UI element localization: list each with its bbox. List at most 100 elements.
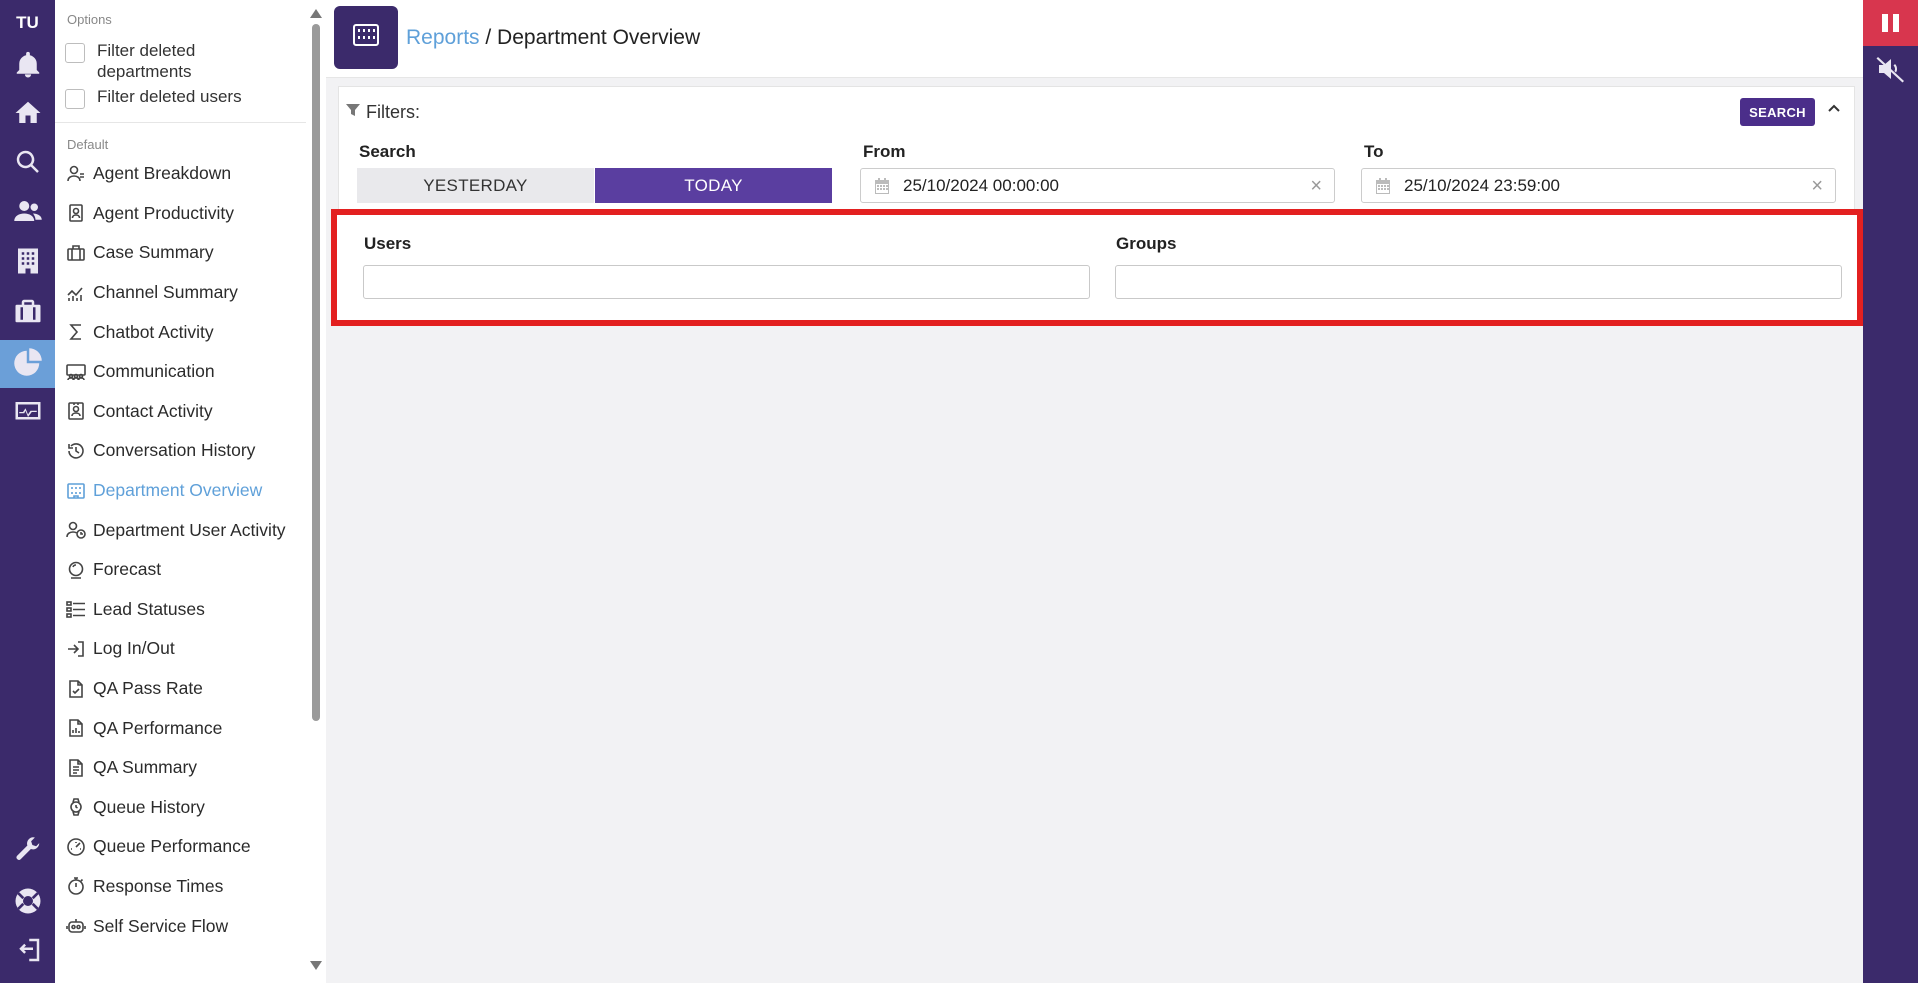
search-button[interactable] <box>0 140 55 188</box>
filter-deleted-users-label: Filter deleted users <box>97 87 242 106</box>
right-rail <box>1863 0 1918 983</box>
collapse-filters-button[interactable] <box>1823 99 1845 121</box>
sidebar-item-department-user-activity[interactable]: Department User Activity <box>55 510 325 550</box>
scroll-down-arrow-icon[interactable] <box>310 961 322 970</box>
sidebar-item-self-service-flow[interactable]: Self Service Flow <box>55 906 325 946</box>
today-button[interactable]: TODAY <box>595 168 832 203</box>
sidebar-item-channel-summary[interactable]: Channel Summary <box>55 273 325 313</box>
users-button[interactable] <box>0 189 55 237</box>
sidebar-item-agent-breakdown[interactable]: Agent Breakdown <box>55 154 325 194</box>
gauge-icon <box>65 836 87 858</box>
sidebar-item-label: Case Summary <box>93 242 214 263</box>
from-date-field[interactable]: 25/10/2024 00:00:00 × <box>860 168 1335 203</box>
filter-deleted-departments-label: Filter deleted departments <box>97 41 196 81</box>
wrench-icon <box>13 835 43 870</box>
sidebar-item-qa-summary[interactable]: QA Summary <box>55 748 325 788</box>
mute-button[interactable] <box>1863 48 1918 94</box>
monitor-icon <box>13 397 43 432</box>
sidebar-item-response-times[interactable]: Response Times <box>55 867 325 907</box>
to-date-value: 25/10/2024 23:59:00 <box>1404 175 1560 195</box>
sidebar-item-forecast[interactable]: Forecast <box>55 550 325 590</box>
sidebar-item-label: Department Overview <box>93 480 263 501</box>
file-check-icon <box>65 678 87 700</box>
icon-rail: TU <box>0 0 55 983</box>
sidebar-item-communication[interactable]: Communication <box>55 352 325 392</box>
groups-input[interactable] <box>1115 265 1842 299</box>
filter-deleted-users-checkbox[interactable] <box>65 89 85 109</box>
report-list: Agent Breakdown Agent Productivity Case … <box>55 154 325 946</box>
sidebar-item-label: Queue History <box>93 796 205 817</box>
crystal-ball-icon <box>65 559 87 581</box>
breadcrumb: Reports / Department Overview <box>406 26 700 50</box>
sidebar-item-department-overview[interactable]: Department Overview <box>55 471 325 511</box>
sidebar-item-agent-productivity[interactable]: Agent Productivity <box>55 194 325 234</box>
sidebar-scrollbar[interactable] <box>306 0 326 983</box>
monitor-button[interactable] <box>0 390 55 438</box>
sidebar-item-label: Lead Statuses <box>93 598 205 619</box>
sidebar-item-queue-history[interactable]: Queue History <box>55 788 325 828</box>
users-label: Users <box>364 234 412 253</box>
sidebar-item-label: QA Summary <box>93 757 198 778</box>
sidebar-item-qa-performance[interactable]: QA Performance <box>55 708 325 748</box>
sidebar-item-qa-pass-rate[interactable]: QA Pass Rate <box>55 669 325 709</box>
scroll-thumb[interactable] <box>312 24 320 721</box>
page-header: Reports / Department Overview <box>326 0 1863 78</box>
pause-button[interactable] <box>1863 0 1918 46</box>
sidebar-item-label: Self Service Flow <box>93 915 229 936</box>
settings-button[interactable] <box>0 828 55 876</box>
filter-deleted-departments-checkbox[interactable] <box>65 43 85 63</box>
sidebar-item-label: Communication <box>93 361 215 382</box>
from-date-value: 25/10/2024 00:00:00 <box>903 175 1059 195</box>
sidebar-item-label: Forecast <box>93 559 162 580</box>
brand-logo[interactable]: TU <box>0 0 55 45</box>
clear-from-date-icon[interactable]: × <box>1310 176 1322 196</box>
sidebar-item-conversation-history[interactable]: Conversation History <box>55 431 325 471</box>
contact-icon <box>65 400 87 422</box>
history-icon <box>65 440 87 462</box>
breadcrumb-separator: / <box>479 26 498 49</box>
sidebar-item-label: Agent Breakdown <box>93 163 232 184</box>
breadcrumb-reports-link[interactable]: Reports <box>406 26 480 49</box>
sidebar-item-log-in-out[interactable]: Log In/Out <box>55 629 325 669</box>
chart-line-icon <box>65 282 87 304</box>
sidebar-item-label: Channel Summary <box>93 282 238 303</box>
cases-button[interactable] <box>0 289 55 337</box>
sidebar-item-lead-statuses[interactable]: Lead Statuses <box>55 590 325 630</box>
sidebar-item-chatbot-activity[interactable]: Chatbot Activity <box>55 312 325 352</box>
sigma-icon <box>65 321 87 343</box>
users-icon <box>13 196 43 231</box>
stopwatch-icon <box>65 875 87 897</box>
to-date-field[interactable]: 25/10/2024 23:59:00 × <box>1361 168 1836 203</box>
yesterday-button[interactable]: YESTERDAY <box>357 168 594 203</box>
home-button[interactable] <box>0 91 55 139</box>
filter-deleted-departments-option[interactable]: Filter deleted departments <box>55 40 325 82</box>
speaker-muted-icon <box>1875 53 1907 90</box>
department-overview-logo <box>334 6 398 69</box>
help-button[interactable] <box>0 879 55 927</box>
sidebar-item-contact-activity[interactable]: Contact Activity <box>55 392 325 432</box>
search-button[interactable]: SEARCH <box>1740 98 1815 126</box>
filter-icon <box>345 102 366 123</box>
users-input[interactable] <box>363 265 1090 299</box>
file-text-icon <box>65 757 87 779</box>
sidebar-item-label: Department User Activity <box>93 519 286 540</box>
filters-header: Filters: <box>345 102 420 123</box>
logout-icon <box>13 935 43 970</box>
departments-button[interactable] <box>0 239 55 287</box>
options-title: Options <box>67 12 112 27</box>
pie-chart-icon <box>13 347 43 382</box>
watch-icon <box>65 796 87 818</box>
scroll-up-arrow-icon[interactable] <box>310 9 322 18</box>
sidebar-item-label: Chatbot Activity <box>93 321 214 342</box>
notifications-button[interactable] <box>0 43 55 91</box>
sidebar-item-label: QA Pass Rate <box>93 678 203 699</box>
sidebar-item-case-summary[interactable]: Case Summary <box>55 233 325 273</box>
reports-sidebar: Options Filter deleted departments Filte… <box>55 0 326 983</box>
groups-label: Groups <box>1116 234 1177 253</box>
clear-to-date-icon[interactable]: × <box>1811 176 1823 196</box>
logout-button[interactable] <box>0 928 55 976</box>
sidebar-item-queue-performance[interactable]: Queue Performance <box>55 827 325 867</box>
filter-deleted-users-option[interactable]: Filter deleted users <box>55 86 325 109</box>
reports-button[interactable] <box>0 340 55 388</box>
calendar-icon <box>1374 177 1392 195</box>
